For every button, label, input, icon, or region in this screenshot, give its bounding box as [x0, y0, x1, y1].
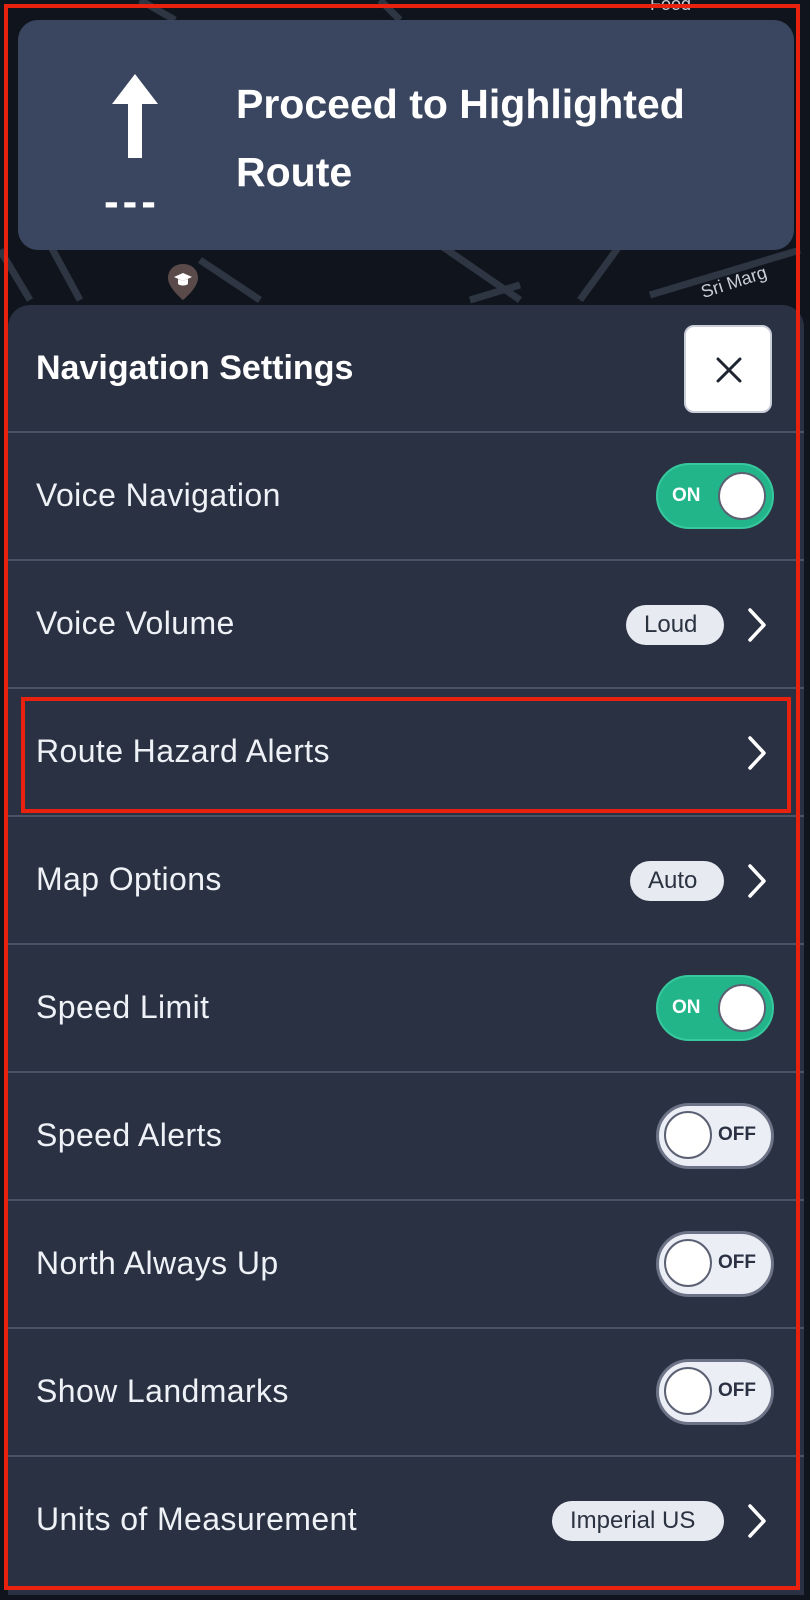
setting-row-units-of-measurement[interactable]: Units of Measurement Imperial US: [8, 1455, 804, 1583]
value-badge: Imperial US: [552, 1501, 724, 1541]
setting-row-route-hazard-alerts[interactable]: Route Hazard Alerts: [8, 687, 804, 815]
setting-label: Map Options: [36, 861, 222, 897]
direction-banner: --- Proceed to Highlighted Route: [18, 20, 794, 250]
toggle-state: OFF: [718, 1380, 756, 1401]
toggle-state: OFF: [718, 1252, 756, 1273]
toggle-knob: [664, 1367, 712, 1415]
setting-row-show-landmarks[interactable]: Show Landmarks OFF: [8, 1327, 804, 1455]
setting-label: North Always Up: [36, 1245, 279, 1281]
setting-row-voice-navigation[interactable]: Voice Navigation ON: [8, 431, 804, 559]
setting-label: Units of Measurement: [36, 1501, 358, 1537]
setting-row-map-options[interactable]: Map Options Auto: [8, 815, 804, 943]
toggle-state: ON: [672, 997, 701, 1018]
setting-row-north-always-up[interactable]: North Always Up OFF: [8, 1199, 804, 1327]
setting-row-speed-limit[interactable]: Speed Limit ON: [8, 943, 804, 1071]
setting-row-speed-alerts[interactable]: Speed Alerts OFF: [8, 1071, 804, 1199]
instruction-text: Proceed to Highlighted Route: [236, 81, 685, 195]
graduation-cap-icon[interactable]: [166, 262, 200, 302]
toggle-knob: [718, 472, 766, 520]
north-always-up-toggle[interactable]: OFF: [656, 1231, 774, 1297]
chevron-right-icon: [748, 864, 766, 898]
toggle-knob: [718, 984, 766, 1032]
voice-navigation-toggle[interactable]: ON: [656, 463, 774, 529]
close-icon: [716, 357, 742, 383]
navigation-settings-panel: Navigation Settings Voice Navigation ON …: [8, 305, 804, 1595]
setting-label: Voice Volume: [36, 605, 235, 641]
toggle-state: ON: [672, 485, 701, 506]
setting-label: Speed Alerts: [36, 1117, 223, 1153]
straight-arrow-icon: [112, 74, 158, 158]
chevron-right-icon: [748, 608, 766, 642]
navigation-screen: Food Sri Marg --- Proceed to Highlighted…: [0, 0, 810, 1600]
close-button[interactable]: [684, 325, 772, 413]
panel-title: Navigation Settings: [36, 349, 354, 387]
toggle-state: OFF: [718, 1124, 756, 1145]
value-badge: Auto: [630, 861, 724, 901]
chevron-right-icon: [748, 1504, 766, 1538]
speed-limit-toggle[interactable]: ON: [656, 975, 774, 1041]
setting-label: Show Landmarks: [36, 1373, 289, 1409]
show-landmarks-toggle[interactable]: OFF: [656, 1359, 774, 1425]
toggle-knob: [664, 1111, 712, 1159]
setting-row-voice-volume[interactable]: Voice Volume Loud: [8, 559, 804, 687]
settings-list: Voice Navigation ON Voice Volume Loud Ro…: [8, 431, 804, 1583]
setting-label: Speed Limit: [36, 989, 210, 1025]
setting-label: Voice Navigation: [36, 477, 281, 513]
map-label-food: Food: [650, 0, 692, 14]
distance-readout: ---: [104, 177, 160, 226]
toggle-knob: [664, 1239, 712, 1287]
value-badge: Loud: [626, 605, 724, 645]
setting-label: Route Hazard Alerts: [36, 733, 330, 769]
speed-alerts-toggle[interactable]: OFF: [656, 1103, 774, 1169]
chevron-right-icon: [748, 736, 766, 770]
panel-header: Navigation Settings: [8, 305, 804, 431]
